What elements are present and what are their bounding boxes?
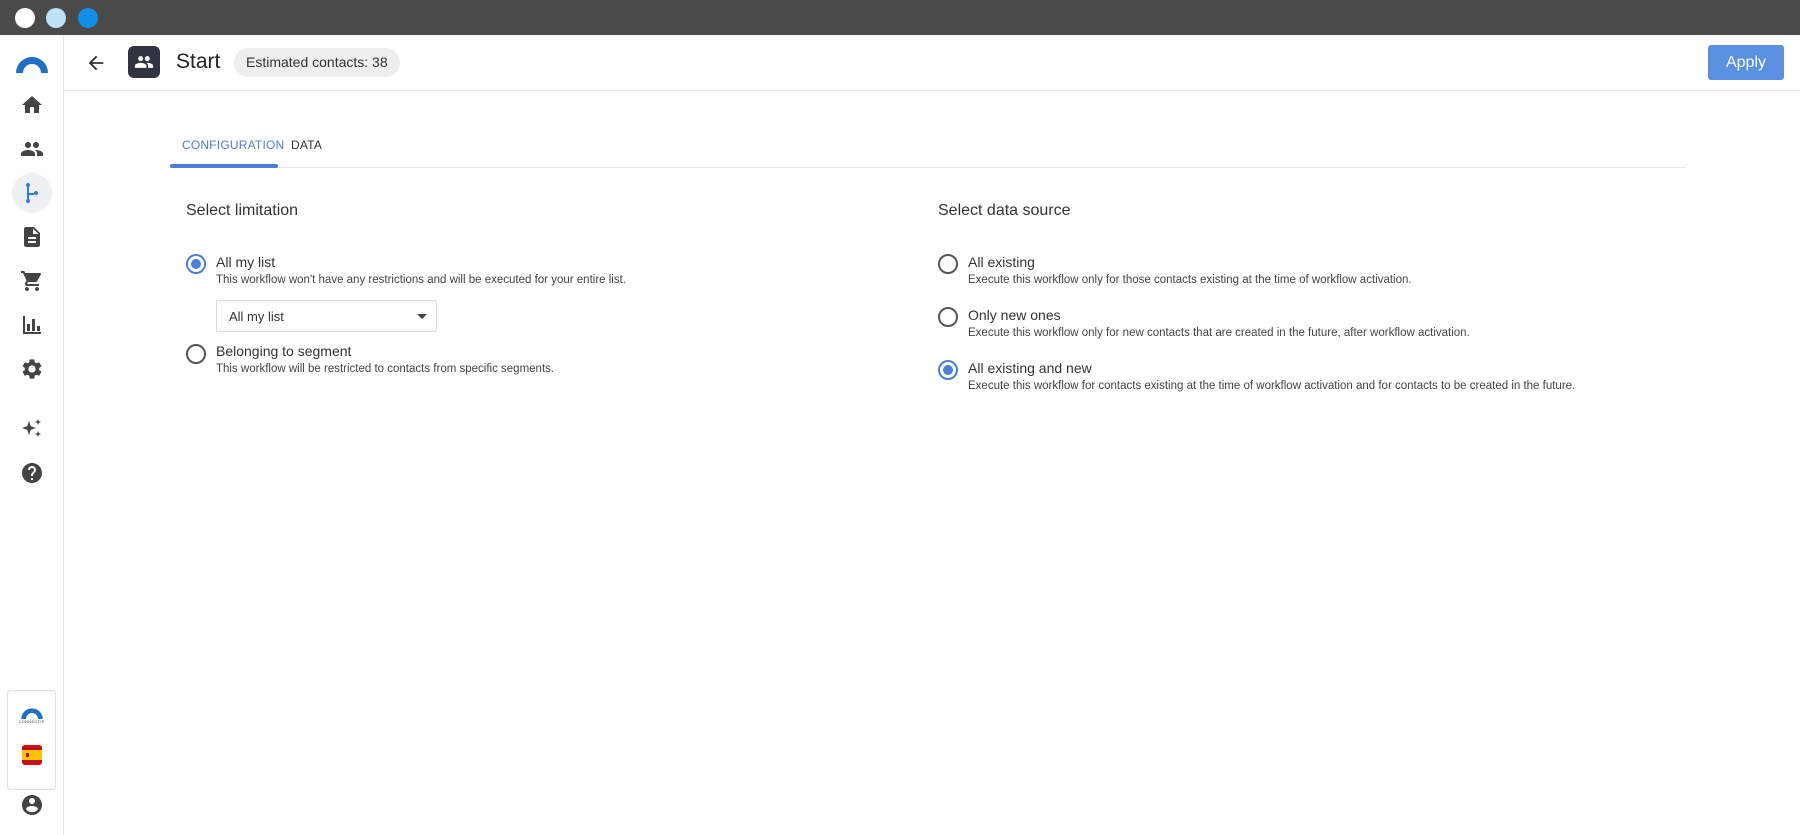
cart-icon: [21, 271, 42, 291]
sidebar-item-settings[interactable]: [12, 349, 52, 389]
radio-all-existing-and-new[interactable]: [938, 360, 958, 380]
document-icon: [24, 227, 40, 247]
window-close-button[interactable]: [15, 8, 35, 28]
option-desc-all-my-list: This workflow won't have any restriction…: [216, 274, 626, 286]
page-title: Start: [176, 50, 221, 73]
option-desc-belonging-to-segment: This workflow will be restricted to cont…: [216, 363, 555, 375]
caret-down-icon: [417, 314, 427, 319]
list-select-value: All my list: [229, 309, 284, 324]
sidebar-item-reports[interactable]: [12, 305, 52, 345]
sidebar-item-store[interactable]: [12, 261, 52, 301]
option-label-all-my-list[interactable]: All my list: [216, 254, 275, 270]
apply-button[interactable]: Apply: [1708, 45, 1784, 80]
gear-icon: [22, 359, 42, 379]
account-switcher[interactable]: CONNECTIF: [7, 690, 56, 790]
spain-flag-icon[interactable]: [22, 745, 42, 765]
people-icon: [134, 56, 154, 68]
data-source-title: Select data source: [938, 202, 1071, 219]
estimated-contacts-badge: Estimated contacts: 38: [234, 48, 400, 77]
window-titlebar: [0, 0, 1800, 35]
help-icon: [22, 463, 42, 483]
radio-all-my-list[interactable]: [186, 254, 206, 274]
sidebar-item-profile[interactable]: [12, 785, 52, 825]
sidebar-item-content[interactable]: [12, 217, 52, 257]
account-logo-text: CONNECTIF: [18, 719, 45, 724]
radio-only-new-ones[interactable]: [938, 307, 958, 327]
sparkles-icon: [22, 419, 41, 437]
radio-belonging-to-segment[interactable]: [186, 344, 206, 364]
people-icon: [21, 142, 43, 156]
bar-chart-icon: [23, 316, 41, 334]
home-icon: [22, 96, 42, 113]
option-desc-all-existing: Execute this workflow only for those con…: [968, 274, 1412, 286]
active-tab-indicator: [170, 164, 278, 168]
limitation-title: Select limitation: [186, 202, 299, 219]
option-label-all-existing[interactable]: All existing: [968, 254, 1035, 270]
option-desc-only-new-ones: Execute this workflow only for new conta…: [968, 327, 1470, 339]
sidebar-item-workflows[interactable]: [12, 173, 52, 213]
radio-all-existing[interactable]: [938, 254, 958, 274]
back-button[interactable]: [82, 49, 110, 77]
window-maximize-button[interactable]: [78, 8, 98, 28]
sidebar-item-ai-assistant[interactable]: [12, 409, 52, 449]
list-select[interactable]: All my list: [216, 300, 437, 332]
window-minimize-button[interactable]: [46, 8, 66, 28]
account-circle-icon: [22, 795, 42, 815]
tab-configuration[interactable]: CONFIGURATION: [182, 138, 284, 152]
option-label-only-new-ones[interactable]: Only new ones: [968, 307, 1061, 323]
tab-data[interactable]: DATA: [291, 138, 322, 152]
app-logo-icon[interactable]: [14, 53, 50, 75]
start-node-icon: [128, 46, 160, 78]
page-header: Start Estimated contacts: 38 Apply: [64, 35, 1800, 91]
option-label-all-existing-and-new[interactable]: All existing and new: [968, 360, 1092, 376]
option-desc-all-existing-and-new: Execute this workflow for contacts exist…: [968, 380, 1576, 392]
sidebar-item-contacts[interactable]: [12, 129, 52, 169]
sidebar: CONNECTIF: [0, 35, 64, 835]
option-label-belonging-to-segment[interactable]: Belonging to segment: [216, 343, 351, 359]
sidebar-item-home[interactable]: [12, 85, 52, 125]
arrow-back-icon: [88, 55, 104, 71]
workflow-icon: [26, 183, 38, 203]
sidebar-item-help[interactable]: [12, 453, 52, 493]
tab-bar: CONFIGURATION DATA: [170, 128, 1686, 168]
